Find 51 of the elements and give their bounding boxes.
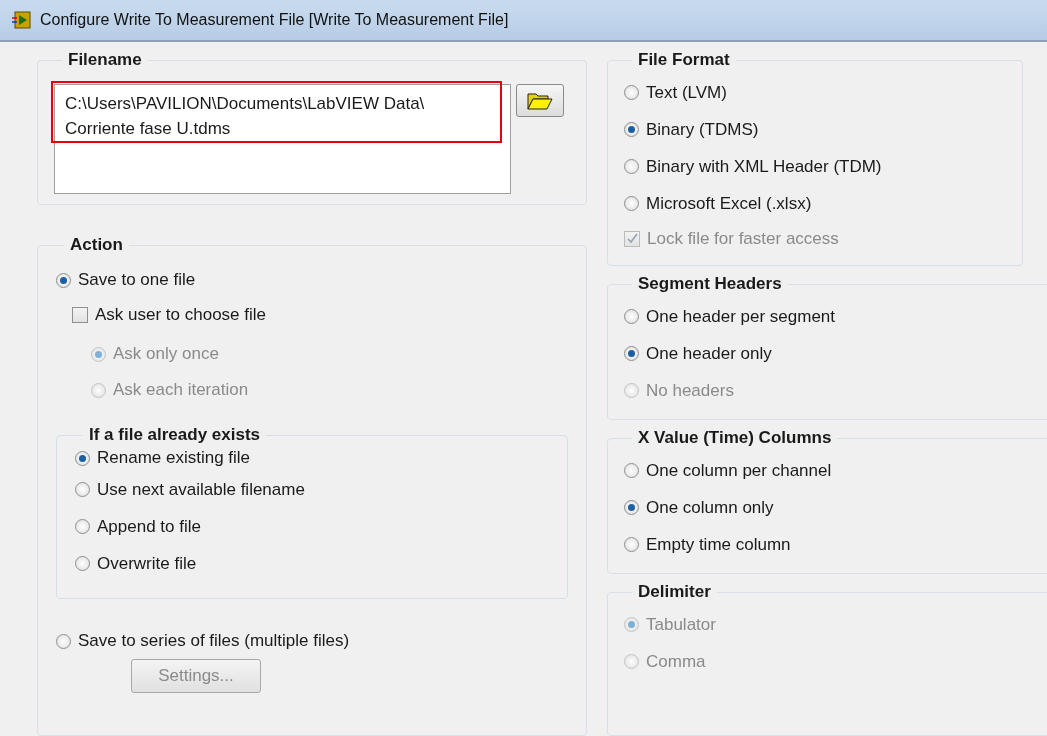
radio-label: Binary (TDMS) xyxy=(646,119,759,140)
checkbox[interactable] xyxy=(72,307,88,323)
radio-label: Empty time column xyxy=(646,534,791,555)
folder-icon xyxy=(527,91,553,110)
radio-label: Overwrite file xyxy=(97,553,197,574)
radio-button[interactable] xyxy=(624,85,639,100)
radio-label: Ask each iteration xyxy=(113,380,249,400)
radio-button[interactable] xyxy=(624,500,639,515)
radio-button[interactable] xyxy=(624,346,639,361)
radio-label: Save to one file xyxy=(78,270,196,290)
radio-label: Microsoft Excel (.xlsx) xyxy=(646,193,812,214)
radio-label: Text (LVM) xyxy=(646,82,727,103)
radio-label: One column only xyxy=(646,497,774,518)
radio-button[interactable] xyxy=(624,122,639,137)
group-title: Action xyxy=(69,235,124,255)
radio-button[interactable] xyxy=(75,482,90,497)
radio-button[interactable] xyxy=(75,519,90,534)
group-title: Filename xyxy=(67,50,143,70)
radio-label: No headers xyxy=(646,380,734,401)
group-title: File Format xyxy=(637,50,731,70)
path-field[interactable]: C:\Users\PAVILION\Documents\LabVIEW Data\ Corriente fase U.tdms xyxy=(54,84,511,194)
radio-button[interactable] xyxy=(624,463,639,478)
radio-button[interactable] xyxy=(75,556,90,571)
radio-button[interactable] xyxy=(624,196,639,211)
group-title: Segment Headers xyxy=(637,274,783,294)
radio-label: Ask only once xyxy=(113,344,219,364)
radio-label: Comma xyxy=(646,651,706,672)
radio-button[interactable] xyxy=(624,309,639,324)
radio-button[interactable] xyxy=(624,537,639,552)
group-title: Delimiter xyxy=(637,582,712,602)
group-title: If a file already exists xyxy=(88,425,262,445)
radio-button[interactable] xyxy=(56,272,71,288)
radio-label: One header only xyxy=(646,343,772,364)
radio-label: Append to file xyxy=(97,516,201,537)
radio-label: Use next available filename xyxy=(97,479,305,500)
radio-label: One column per channel xyxy=(646,460,832,481)
radio-label: Tabulator xyxy=(646,614,716,635)
group-title: X Value (Time) Columns xyxy=(637,428,833,448)
radio-label: Binary with XML Header (TDM) xyxy=(646,156,882,177)
radio-label: Save to series of files (multiple files) xyxy=(78,631,350,651)
checkbox-label: Lock file for faster access xyxy=(647,228,839,249)
checkbox-label: Ask user to choose file xyxy=(95,305,267,325)
radio-button[interactable] xyxy=(624,159,639,174)
app-icon xyxy=(12,11,32,29)
radio-label: Rename existing file xyxy=(97,448,251,468)
radio-button[interactable] xyxy=(75,450,90,466)
radio-label: One header per segment xyxy=(646,306,835,327)
window-title: Configure Write To Measurement File [Write To Measurement File] xyxy=(40,11,509,29)
radio-button[interactable] xyxy=(56,633,71,649)
browse-button[interactable] xyxy=(516,84,564,117)
check-icon xyxy=(626,233,638,244)
